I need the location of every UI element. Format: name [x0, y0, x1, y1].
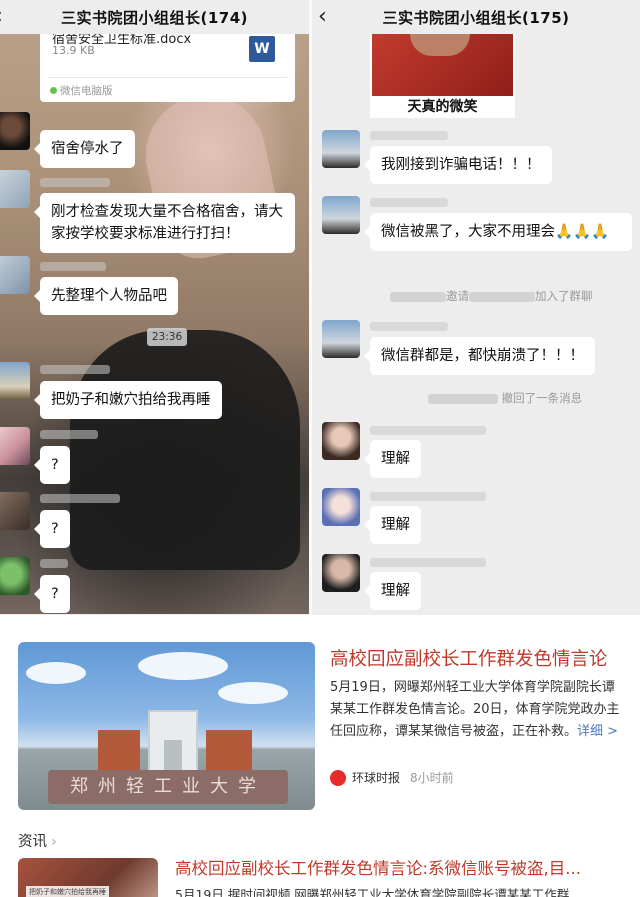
message-bubble[interactable]: 微信群都是，都快崩溃了！！！ [364, 337, 595, 375]
back-arrow-icon[interactable]: ‹ [0, 4, 3, 29]
huanqiu-logo-icon [330, 769, 346, 786]
sender-nickname [370, 131, 448, 140]
news-section: 郑州轻工业大学 高校回应副校长工作群发色情言论 5月19日，网曝郑州轻工业大学体… [0, 614, 640, 897]
avatar[interactable] [0, 170, 30, 208]
chat-title: 三实书院团小组组长(174) [60, 8, 249, 27]
meme-caption: 天真的微笑 [407, 99, 478, 115]
section-heading[interactable]: 资讯 › [18, 830, 57, 851]
avatar[interactable] [322, 196, 360, 234]
system-recall-message: 撤回了一条消息 [428, 390, 582, 406]
source-time: 8小时前 [410, 771, 454, 785]
meme-image[interactable]: 天真的微笑 [370, 34, 515, 118]
message-bubble[interactable]: 先整理个人物品吧 [34, 277, 178, 315]
chat-header: ‹ 三实书院团小组组长(175) [312, 0, 640, 34]
sender-nickname [40, 494, 120, 503]
system-invite-message: 邀请 加入了群聊 [390, 288, 593, 304]
sender-nickname [40, 430, 98, 439]
avatar[interactable] [322, 422, 360, 460]
file-source: 微信电脑版 [60, 85, 113, 97]
sender-nickname [370, 558, 486, 567]
message-bubble[interactable]: 把奶子和嫩穴拍给我再睡 [34, 381, 222, 419]
chevron-right-icon: › [51, 834, 57, 850]
file-attachment[interactable]: 宿舍安全卫生标准.docx 13.9 KB W 微信电脑版 [40, 30, 295, 102]
avatar[interactable] [0, 362, 30, 400]
avatar[interactable] [322, 130, 360, 168]
avatar[interactable] [0, 557, 30, 595]
message-bubble[interactable]: ? [34, 575, 70, 613]
details-link[interactable]: 详细 > [577, 724, 618, 739]
avatar[interactable] [322, 320, 360, 358]
left-chat-screenshot: 宿舍安全卫生标准.docx 13.9 KB W 微信电脑版 ‹ 三实书院团小组组… [0, 0, 309, 614]
sender-nickname [370, 198, 448, 207]
university-sign: 郑州轻工业大学 [48, 770, 288, 804]
avatar[interactable] [322, 554, 360, 592]
sender-nickname [40, 262, 106, 271]
message-bubble[interactable]: 刚才检查发现大量不合格宿舍，请大家按学校要求标准进行打扫！ [34, 193, 295, 253]
news-summary-2: 5月19日,据时间视频,网曝郑州轻工业大学体育学院副院长谭某某工作群 [175, 887, 570, 897]
message-bubble[interactable]: 理解 [364, 440, 421, 478]
news-photo[interactable]: 郑州轻工业大学 [18, 642, 315, 810]
avatar[interactable] [0, 492, 30, 530]
sender-nickname [40, 178, 110, 187]
news-source: 环球时报 8小时前 [330, 769, 454, 786]
avatar[interactable] [322, 488, 360, 526]
word-file-icon: W [249, 36, 275, 62]
avatar[interactable] [0, 427, 30, 465]
sender-nickname [370, 426, 486, 435]
message-bubble[interactable]: 理解 [364, 506, 421, 544]
chat-title: 三实书院团小组组长(175) [382, 8, 570, 27]
message-bubble[interactable]: ? [34, 446, 70, 484]
back-arrow-icon[interactable]: ‹ [318, 4, 327, 29]
timestamp: 23:36 [147, 328, 187, 346]
sender-nickname [370, 492, 486, 501]
message-bubble[interactable]: 宿舍停水了 [34, 130, 135, 168]
avatar[interactable] [0, 112, 30, 150]
sender-nickname [40, 365, 110, 374]
sender-nickname [40, 559, 68, 568]
chat-header: ‹ 三实书院团小组组长(174) [0, 0, 309, 34]
file-size: 13.9 KB [52, 44, 95, 57]
message-bubble[interactable]: 理解 [364, 572, 421, 610]
source-name[interactable]: 环球时报 [352, 769, 400, 786]
news-thumbnail[interactable]: 把奶子和嫩穴拍给我再睡 [18, 858, 158, 897]
message-bubble[interactable]: ? [34, 510, 70, 548]
message-bubble[interactable]: 微信被黑了，大家不用理会🙏🙏🙏 [364, 213, 632, 251]
news-headline-2[interactable]: 高校回应副校长工作群发色情言论:系微信账号被盗,目... [175, 855, 581, 879]
right-chat-screenshot: 天真的微笑 ‹ 三实书院团小组组长(175) 我刚接到诈骗电话！！！ 微信被黑了… [312, 0, 640, 614]
news-summary: 5月19日，网曝郑州轻工业大学体育学院副院长谭某某工作群发色情言论。20日，体育… [330, 680, 620, 739]
avatar[interactable] [0, 256, 30, 294]
thumbnail-caption: 把奶子和嫩穴拍给我再睡 [26, 886, 109, 897]
sender-nickname [370, 322, 448, 331]
news-headline[interactable]: 高校回应副校长工作群发色情言论 [330, 645, 608, 671]
wechat-pc-icon [50, 87, 57, 94]
message-bubble[interactable]: 我刚接到诈骗电话！！！ [364, 146, 552, 184]
